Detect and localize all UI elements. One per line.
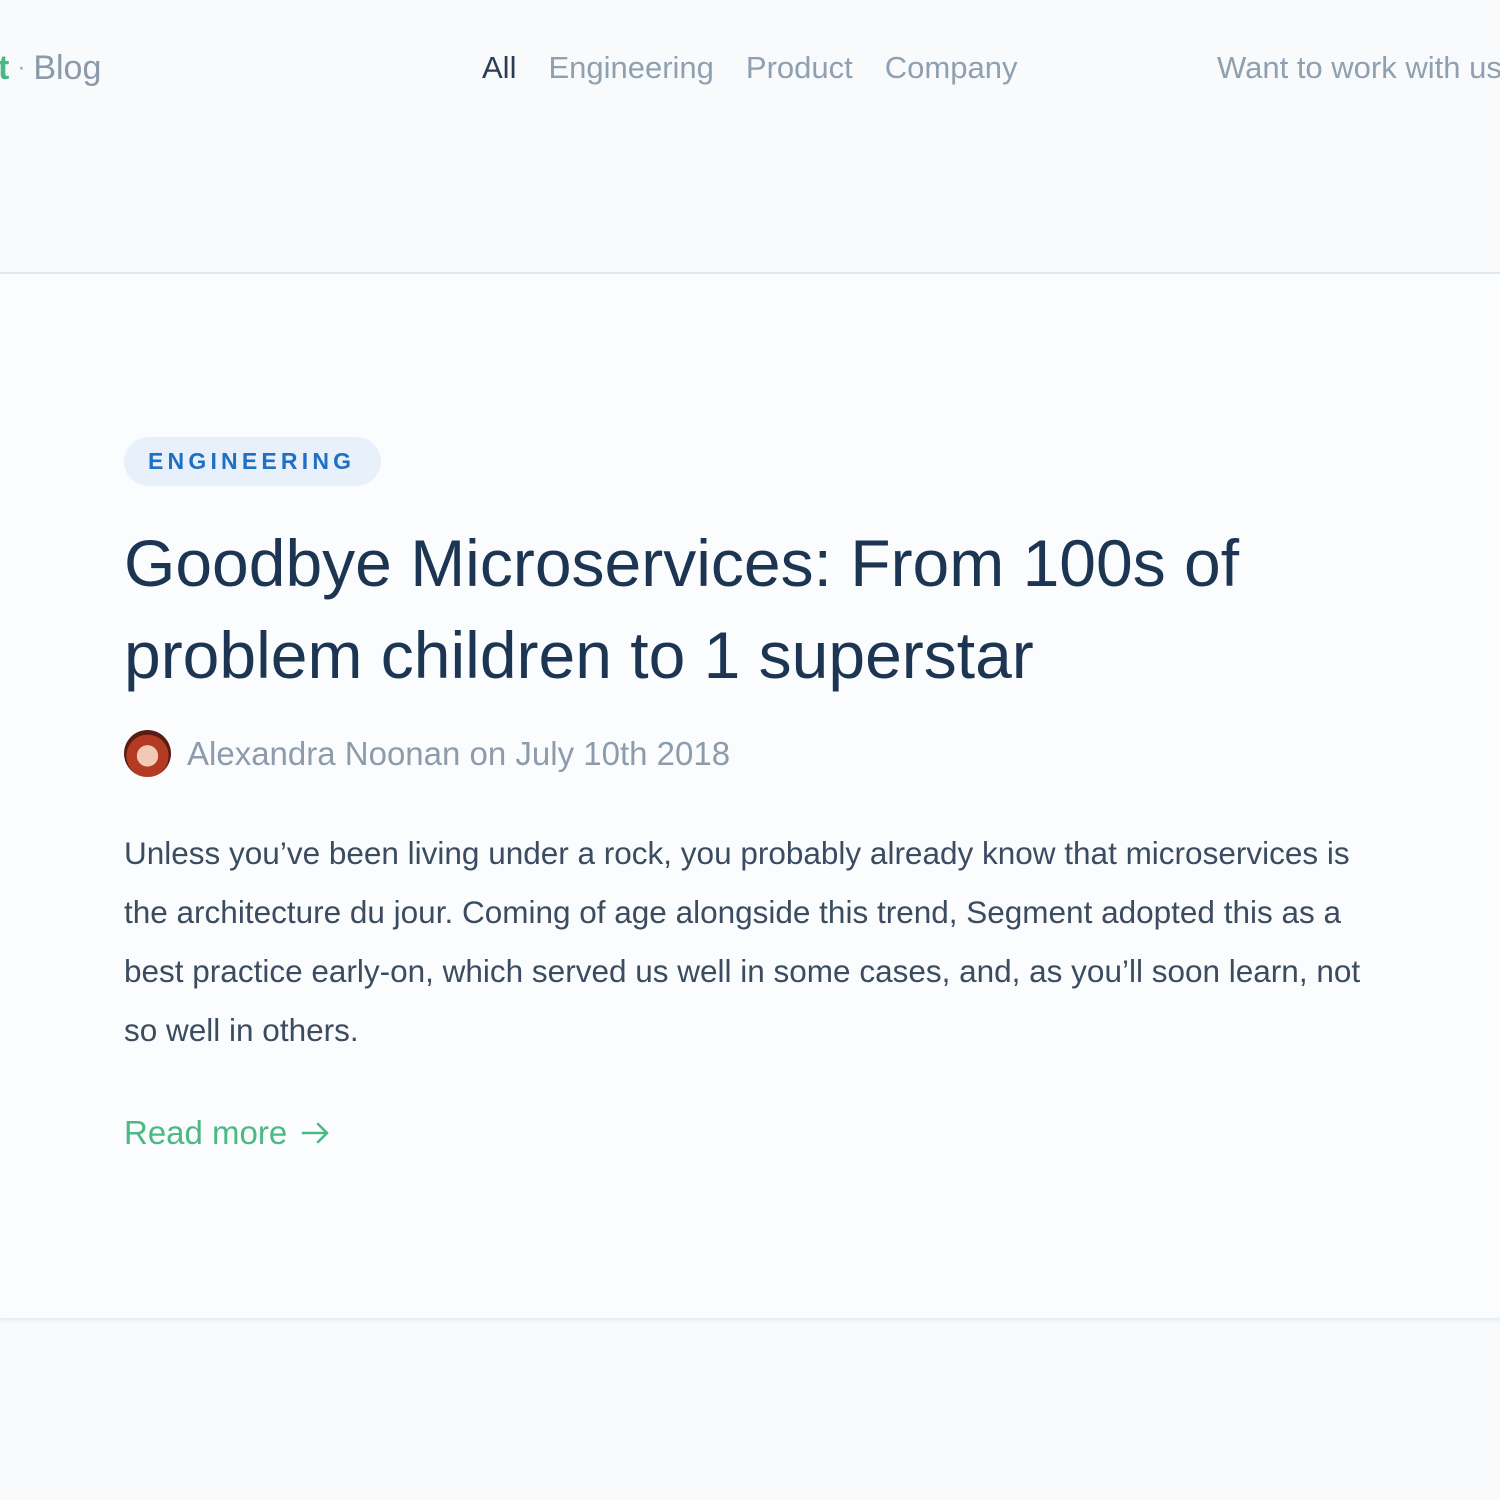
- brand-logo[interactable]: t · Blog: [0, 46, 101, 90]
- read-more-label: Read more: [124, 1114, 288, 1151]
- article-title[interactable]: Goodbye Microservices: From 100s of prob…: [124, 517, 1384, 701]
- author-date: Alexandra Noonan on July 10th 2018: [187, 734, 731, 772]
- site-header: t · Blog All Engineering Product Company W…: [0, 0, 1500, 274]
- brand-separator: ·: [17, 54, 26, 81]
- article-card: ENGINEERING Goodbye Microservices: From …: [0, 274, 1500, 1318]
- nav-item-company[interactable]: Company: [885, 46, 1018, 90]
- arrow-right-icon: [301, 1122, 329, 1144]
- category-nav: All Engineering Product Company: [482, 46, 1017, 90]
- read-more-link[interactable]: Read more: [124, 1110, 331, 1156]
- nav-item-engineering[interactable]: Engineering: [548, 46, 713, 90]
- blog-page: t · Blog All Engineering Product Company W…: [0, 0, 1500, 1500]
- brand-blog-label: Blog: [33, 49, 102, 87]
- work-with-us-link[interactable]: Want to work with us: [1217, 46, 1500, 90]
- category-tag[interactable]: ENGINEERING: [124, 437, 382, 486]
- author-avatar: [124, 730, 171, 777]
- nav-item-all[interactable]: All: [482, 46, 516, 90]
- nav-item-product[interactable]: Product: [746, 46, 853, 90]
- brand-mark: t: [0, 49, 10, 87]
- article-meta: Alexandra Noonan on July 10th 2018: [124, 730, 730, 777]
- article-excerpt: Unless you’ve been living under a rock, …: [124, 835, 1361, 1048]
